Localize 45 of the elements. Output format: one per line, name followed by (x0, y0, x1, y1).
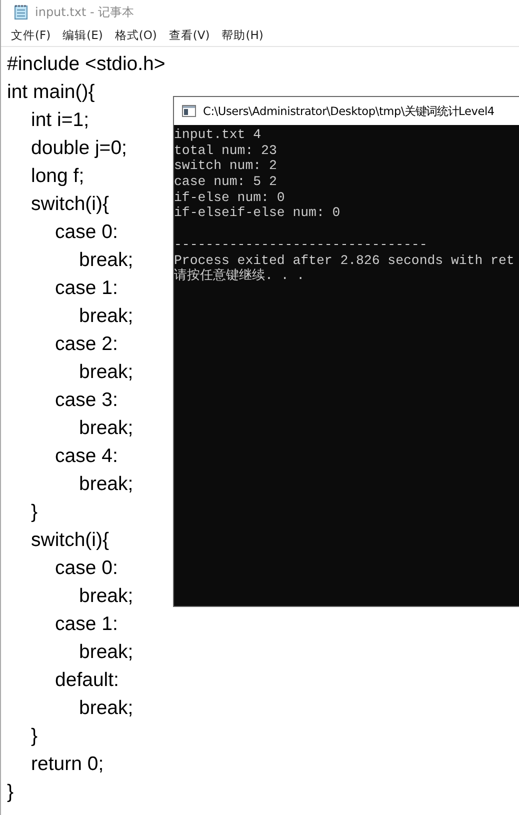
code-line: case 1: (54, 612, 118, 637)
code-line: int i=1; (30, 108, 89, 133)
notepad-icon (13, 4, 29, 20)
code-line: break; (78, 248, 134, 273)
console-line: total num: 23 (174, 142, 277, 158)
code-line: switch(i){ (30, 192, 110, 217)
code-line: long f; (30, 164, 84, 189)
console-line: input.txt 4 (174, 127, 262, 143)
window-title: input.txt - 记事本 (35, 4, 134, 20)
code-line: case 4: (54, 444, 118, 469)
code-line: break; (78, 360, 134, 385)
code-line: break; (78, 472, 134, 497)
code-line: case 2: (54, 332, 118, 357)
menu-item[interactable]: 格式(O) (108, 26, 163, 44)
code-line: switch(i){ (30, 528, 110, 553)
code-line: break; (78, 584, 134, 609)
menu-item[interactable]: 帮助(H) (216, 26, 270, 44)
code-line: double j=0; (30, 136, 127, 161)
separator-line: -------------------------------- (174, 236, 428, 252)
code-line: } (30, 500, 38, 525)
code-line: break; (78, 696, 134, 721)
code-line: case 1: (54, 276, 118, 301)
console-line: Process exited after 2.826 seconds with ret (174, 252, 514, 268)
code-line: case 0: (54, 220, 118, 245)
code-line: break; (78, 416, 134, 441)
code-line: break; (78, 304, 134, 329)
console-line: if-elseif-else num: 0 (174, 205, 340, 222)
console-line: 请按任意键继续. . . (174, 268, 305, 284)
console-line: switch num: 2 (174, 158, 277, 174)
menu-item[interactable]: 查看(V) (162, 26, 216, 44)
console-line: if-else num: 0 (174, 190, 285, 206)
code-line: #include <stdio.h> (7, 52, 166, 77)
code-line: int main(){ (7, 80, 95, 105)
code-line: return 0; (30, 752, 104, 777)
code-line: break; (78, 640, 134, 665)
console-icon (182, 105, 196, 117)
menu-item[interactable]: 编辑(E) (56, 26, 109, 44)
code-line: case 3: (54, 388, 118, 413)
menu-item[interactable]: 文件(F) (5, 26, 57, 44)
code-line: default: (54, 668, 119, 693)
code-line: case 0: (54, 556, 118, 581)
window-title: C:\Users\Administrator\Desktop\tmp\关键词统计Level4 (203, 104, 494, 118)
console-line: case num: 5 2 (174, 174, 277, 190)
code-line: } (30, 724, 38, 749)
code-line: } (7, 780, 14, 805)
